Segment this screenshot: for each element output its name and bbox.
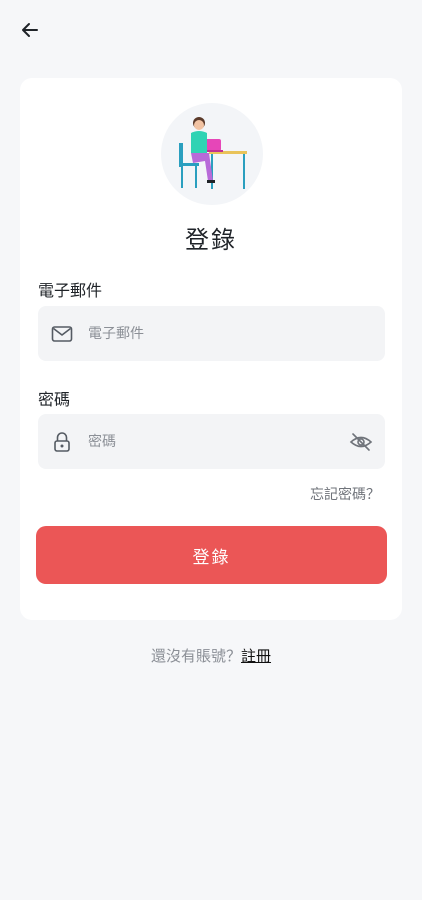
page-title: 登錄 — [185, 226, 237, 254]
login-button[interactable]: 登錄 — [36, 526, 387, 584]
eye-off-icon[interactable] — [347, 428, 375, 456]
register-prompt: 還沒有賬號？註冊 — [0, 645, 422, 666]
email-field[interactable] — [38, 306, 385, 361]
email-label: 電子郵件 — [38, 281, 103, 300]
register-link[interactable]: 註冊 — [241, 647, 271, 665]
password-input[interactable] — [86, 432, 347, 451]
user-illustration — [161, 103, 263, 205]
lock-icon — [50, 430, 74, 454]
back-button[interactable] — [14, 14, 46, 46]
mail-icon — [50, 322, 74, 346]
register-question: 還沒有賬號？ — [150, 647, 241, 665]
email-input[interactable] — [86, 324, 385, 343]
forgot-password-link[interactable]: 忘記密碼？ — [310, 484, 380, 504]
password-label: 密碼 — [38, 390, 71, 409]
password-field[interactable] — [38, 414, 385, 469]
arrow-left-icon — [22, 23, 38, 37]
login-card: 登錄 電子郵件 密碼 忘記密碼？ 登錄 — [20, 78, 402, 620]
